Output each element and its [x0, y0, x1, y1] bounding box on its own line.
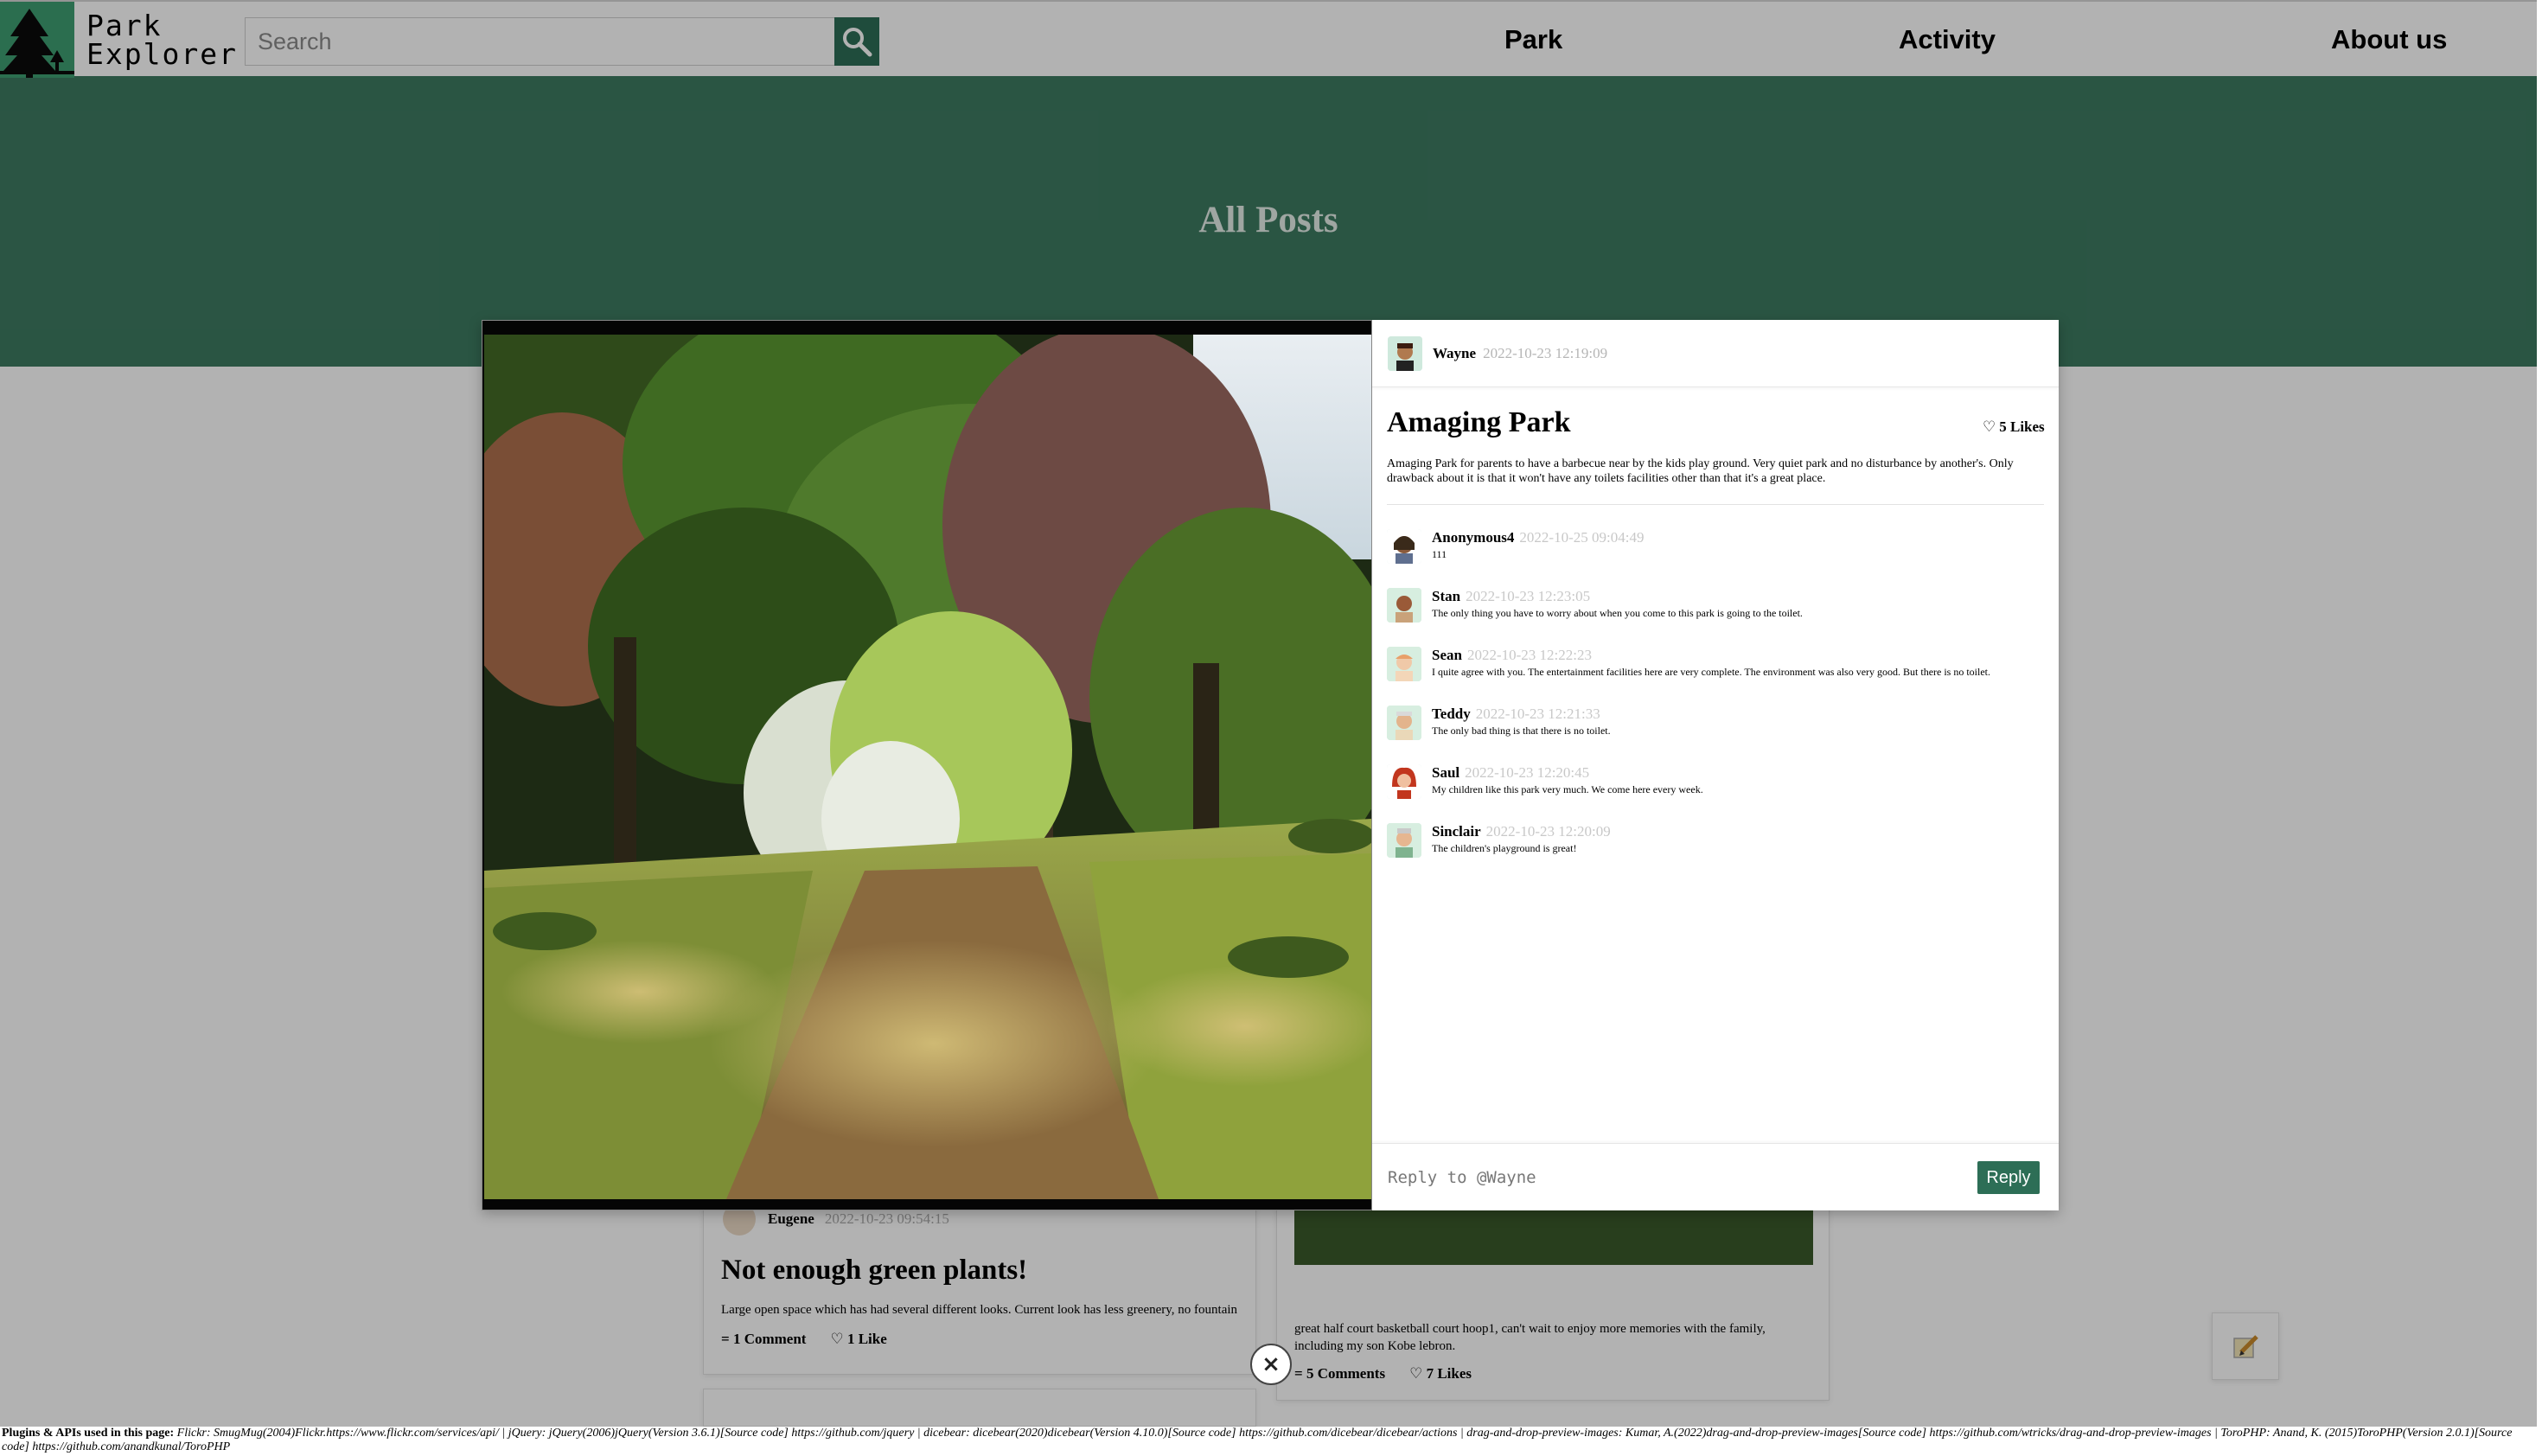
- comment-text: 111: [1432, 548, 1447, 560]
- post-timestamp: 2022-10-23 12:19:09: [1483, 344, 1608, 361]
- comment-item: Teddy 2022-10-23 12:21:33 The only bad th…: [1387, 700, 2053, 749]
- reply-button[interactable]: Reply: [1977, 1161, 2040, 1194]
- comment-author[interactable]: Teddy: [1432, 706, 1471, 722]
- comment-timestamp: 2022-10-23 12:22:23: [1466, 647, 1592, 663]
- avatar[interactable]: [1387, 823, 1421, 858]
- post-description: Amaging Park for parents to have a barbe…: [1387, 457, 2014, 485]
- avatar[interactable]: [1387, 529, 1421, 564]
- avatar[interactable]: [1387, 764, 1421, 799]
- reply-bar: Reply: [1372, 1143, 2059, 1210]
- footer-credits: Plugins & APIs used in this page: Flickr…: [0, 1427, 2537, 1456]
- close-modal-button[interactable]: ×: [1250, 1344, 1292, 1385]
- comment-timestamp: 2022-10-23 12:23:05: [1466, 588, 1591, 604]
- heart-icon: ♡: [1983, 418, 1996, 435]
- comment-author[interactable]: Anonymous4: [1432, 529, 1514, 546]
- like-button[interactable]: ♡ 5 Likes: [1983, 418, 2045, 436]
- comment-timestamp: 2022-10-23 12:20:09: [1485, 823, 1611, 840]
- post-detail-modal: Wayne 2022-10-23 12:19:09 Amaging Park ♡…: [482, 320, 2059, 1210]
- comment-author[interactable]: Saul: [1432, 764, 1459, 781]
- comment-timestamp: 2022-10-23 12:21:33: [1475, 706, 1600, 722]
- comment-author[interactable]: Sean: [1432, 647, 1462, 663]
- comment-text: The children's playground is great!: [1432, 842, 1577, 854]
- comment-item: Sean 2022-10-23 12:22:23 I quite agree wi…: [1387, 642, 2053, 690]
- post-detail-panel: Wayne 2022-10-23 12:19:09 Amaging Park ♡…: [1372, 320, 2059, 1210]
- reply-input[interactable]: [1388, 1167, 1984, 1187]
- comment-text: The only bad thing is that there is no t…: [1432, 725, 1611, 737]
- divider: [1387, 504, 2044, 505]
- comment-text: The only thing you have to worry about w…: [1432, 607, 1803, 619]
- post-author-name[interactable]: Wayne: [1433, 345, 1476, 362]
- avatar[interactable]: [1388, 335, 1422, 371]
- close-icon: ×: [1261, 1351, 1281, 1377]
- avatar[interactable]: [1387, 588, 1421, 623]
- comment-timestamp: 2022-10-25 09:04:49: [1519, 529, 1645, 546]
- avatar[interactable]: [1387, 647, 1421, 681]
- comment-text: I quite agree with you. The entertainmen…: [1432, 666, 1991, 678]
- post-title: Amaging Park: [1387, 406, 1571, 438]
- comment-item: Anonymous4 2022-10-25 09:04:49 111: [1387, 524, 2053, 572]
- avatar[interactable]: [1387, 706, 1421, 740]
- comment-author[interactable]: Sinclair: [1432, 823, 1481, 840]
- comment-text: My children like this park very much. We…: [1432, 783, 1703, 795]
- park-photo: [484, 335, 1371, 1199]
- comment-item: Saul 2022-10-23 12:20:45 My children like…: [1387, 759, 2053, 808]
- comment-item: Sinclair 2022-10-23 12:20:09 The children…: [1387, 818, 2053, 866]
- comment-item: Stan 2022-10-23 12:23:05 The only thing y…: [1387, 583, 2053, 631]
- post-photo-panel: [482, 320, 1372, 1210]
- post-author-header: Wayne 2022-10-23 12:19:09: [1372, 320, 2059, 387]
- comment-author[interactable]: Stan: [1432, 588, 1460, 604]
- comment-timestamp: 2022-10-23 12:20:45: [1465, 764, 1590, 781]
